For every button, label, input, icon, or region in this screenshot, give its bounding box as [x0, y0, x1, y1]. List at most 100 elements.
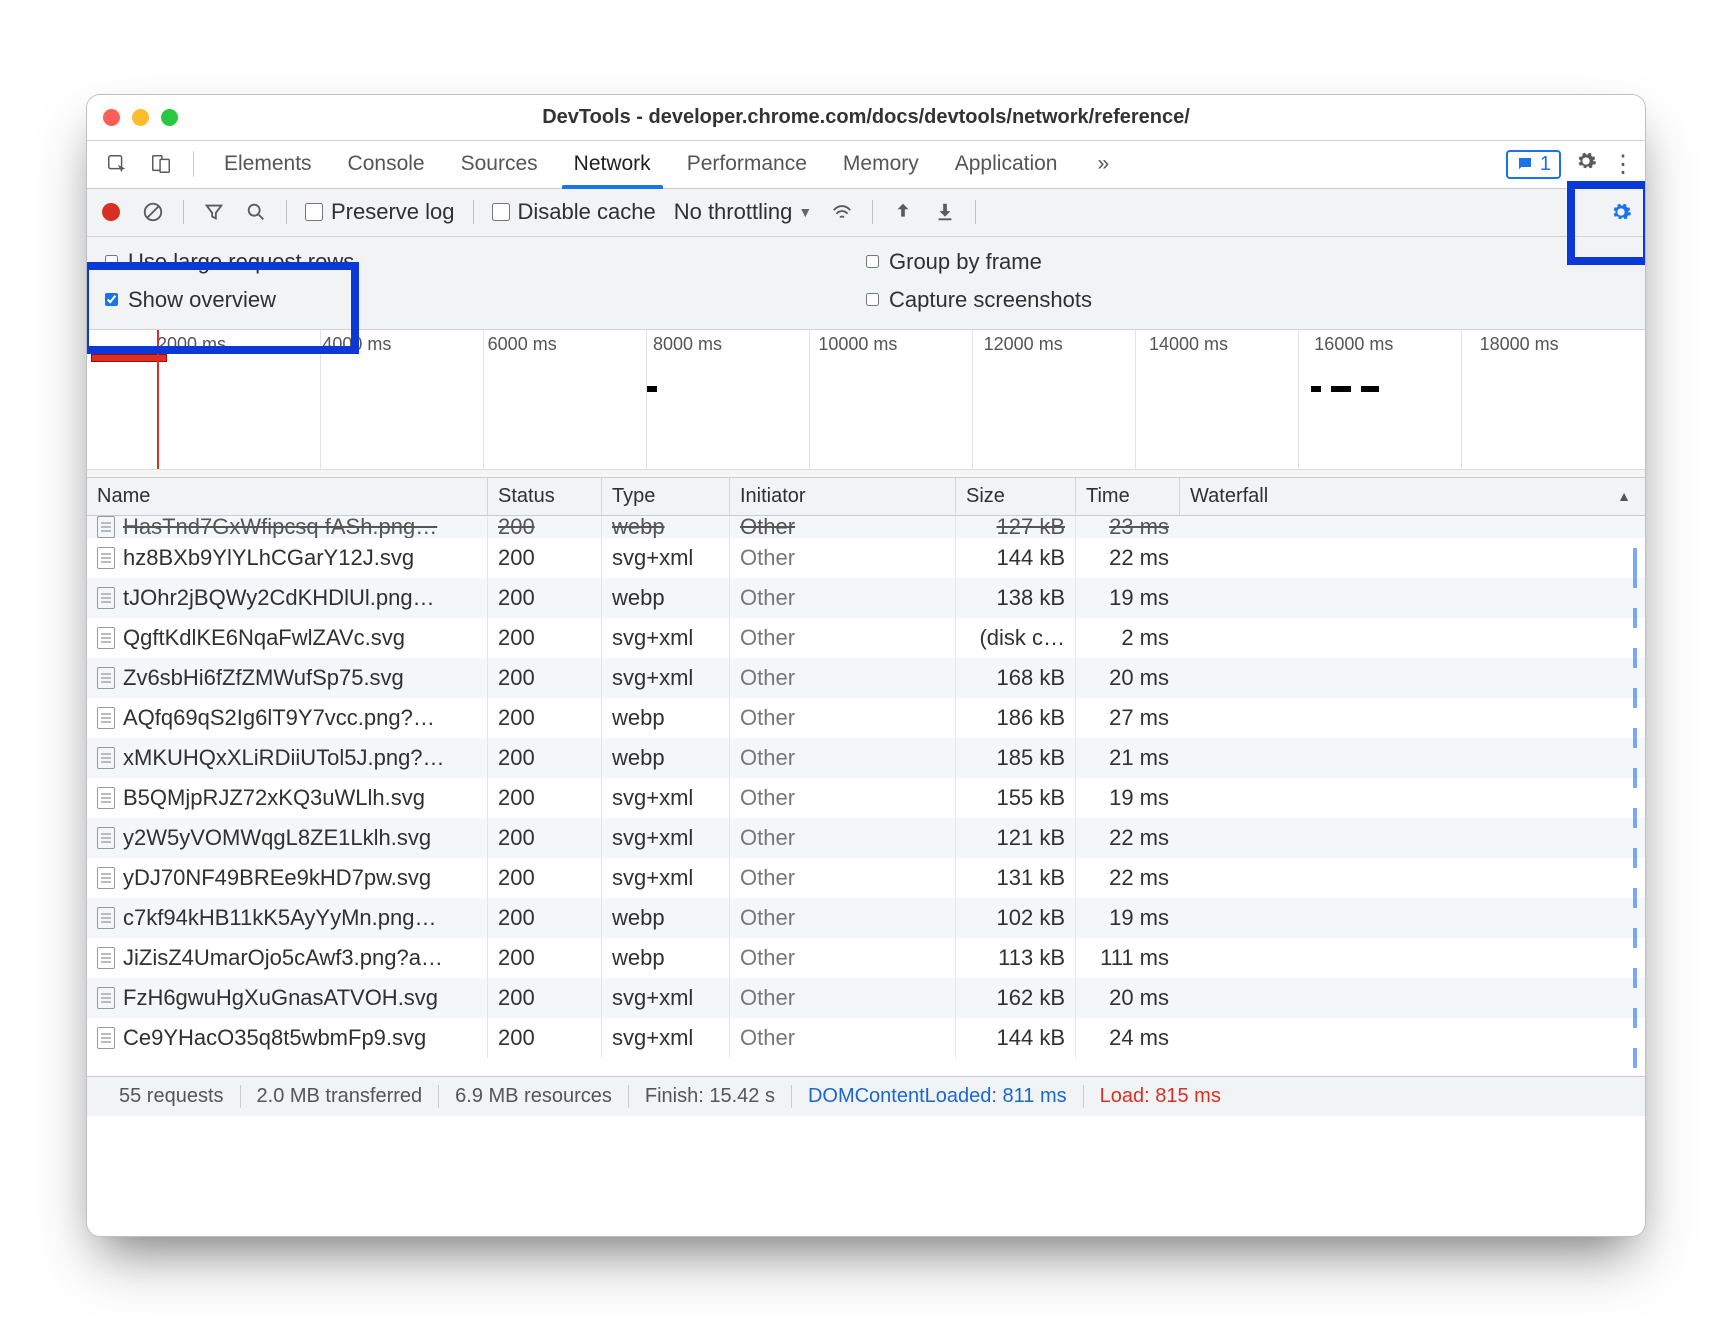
show-overview-checkbox[interactable]: Show overview — [105, 287, 866, 313]
request-name: B5QMjpRJZ72xKQ3uWLlh.svg — [123, 785, 425, 811]
sort-asc-icon: ▲ — [1617, 488, 1631, 504]
request-name: JiZisZ4UmarOjo5cAwf3.png?a… — [123, 945, 443, 971]
table-row[interactable]: JiZisZ4UmarOjo5cAwf3.png?a…200webpOther1… — [87, 938, 1645, 978]
file-icon — [97, 907, 115, 929]
devtools-window: DevTools - developer.chrome.com/docs/dev… — [86, 94, 1646, 1237]
request-size: 144 kB — [955, 538, 1075, 578]
request-type: svg+xml — [601, 618, 729, 658]
file-icon — [97, 947, 115, 969]
table-row[interactable]: y2W5yVOMWqgL8ZE1Lklh.svg200svg+xmlOther1… — [87, 818, 1645, 858]
file-icon — [97, 587, 115, 609]
request-time: 19 ms — [1075, 578, 1179, 618]
tab-elements[interactable]: Elements — [206, 141, 330, 188]
request-initiator: Other — [729, 898, 955, 938]
table-row[interactable]: Zv6sbHi6fZfZMWufSp75.svg200svg+xmlOther1… — [87, 658, 1645, 698]
more-menu-icon[interactable]: ⋮ — [1611, 150, 1635, 179]
col-time[interactable]: Time — [1075, 478, 1179, 515]
request-type: webp — [601, 898, 729, 938]
tab-application[interactable]: Application — [937, 141, 1076, 188]
request-name: Zv6sbHi6fZfZMWufSp75.svg — [123, 665, 404, 691]
request-type: svg+xml — [601, 1018, 729, 1058]
table-row[interactable]: yDJ70NF49BREe9kHD7pw.svg200svg+xmlOther1… — [87, 858, 1645, 898]
table-row[interactable]: c7kf94kHB11kK5AyYyMn.png…200webpOther102… — [87, 898, 1645, 938]
chevron-down-icon: ▼ — [798, 204, 812, 220]
throttling-select[interactable]: No throttling ▼ — [674, 199, 812, 225]
request-name: xMKUHQxXLiRDiiUTol5J.png?… — [123, 745, 445, 771]
table-row[interactable]: QgftKdlKE6NqaFwlZAVc.svg200svg+xmlOther(… — [87, 618, 1645, 658]
request-status: 200 — [487, 1018, 601, 1058]
request-size: 155 kB — [955, 778, 1075, 818]
file-icon — [97, 867, 115, 889]
table-row[interactable]: B5QMjpRJZ72xKQ3uWLlh.svg200svg+xmlOther1… — [87, 778, 1645, 818]
search-icon[interactable] — [244, 200, 268, 224]
large-request-rows-checkbox[interactable]: Use large request rows — [105, 249, 866, 275]
group-by-frame-checkbox[interactable]: Group by frame — [866, 249, 1627, 275]
col-name[interactable]: Name — [87, 478, 487, 515]
table-row[interactable]: FzH6gwuHgXuGnasATVOH.svg200svg+xmlOther1… — [87, 978, 1645, 1018]
tab-memory[interactable]: Memory — [825, 141, 937, 188]
filter-icon[interactable] — [202, 200, 226, 224]
network-toolbar: Preserve log Disable cache No throttling… — [87, 189, 1645, 237]
request-initiator: Other — [729, 858, 955, 898]
request-time: 20 ms — [1075, 978, 1179, 1018]
maximize-icon[interactable] — [161, 109, 178, 126]
request-type: svg+xml — [601, 538, 729, 578]
request-size: 144 kB — [955, 1018, 1075, 1058]
table-row[interactable]: hz8BXb9YlYLhCGarY12J.svg200svg+xmlOther1… — [87, 538, 1645, 578]
request-table[interactable]: HasTnd7GxWfipcsq fASh.png…200webpOther12… — [87, 516, 1645, 1076]
request-time: 19 ms — [1075, 778, 1179, 818]
settings-gear-icon[interactable] — [1575, 150, 1597, 178]
request-type: webp — [601, 578, 729, 618]
request-type: svg+xml — [601, 778, 729, 818]
request-time: 21 ms — [1075, 738, 1179, 778]
tab-performance[interactable]: Performance — [669, 141, 825, 188]
minimize-icon[interactable] — [132, 109, 149, 126]
col-type[interactable]: Type — [601, 478, 729, 515]
network-conditions-icon[interactable] — [830, 200, 854, 224]
request-type: webp — [601, 938, 729, 978]
inspect-icon[interactable] — [97, 153, 137, 175]
window-title: DevTools - developer.chrome.com/docs/dev… — [87, 106, 1645, 129]
table-row[interactable]: tJOhr2jBQWy2CdKHDlUl.png…200webpOther138… — [87, 578, 1645, 618]
col-size[interactable]: Size — [955, 478, 1075, 515]
col-initiator[interactable]: Initiator — [729, 478, 955, 515]
disable-cache-checkbox[interactable]: Disable cache — [492, 199, 656, 225]
tab-console[interactable]: Console — [330, 141, 443, 188]
tab-network[interactable]: Network — [556, 141, 669, 188]
request-initiator: Other — [729, 516, 955, 538]
col-waterfall[interactable]: Waterfall ▲ — [1179, 478, 1645, 515]
issues-chip[interactable]: 1 — [1506, 150, 1561, 179]
request-initiator: Other — [729, 818, 955, 858]
status-finish: Finish: 15.42 s — [628, 1085, 791, 1108]
close-icon[interactable] — [103, 109, 120, 126]
request-time: 111 ms — [1075, 938, 1179, 978]
request-initiator: Other — [729, 938, 955, 978]
tab-sources[interactable]: Sources — [443, 141, 556, 188]
file-icon — [97, 627, 115, 649]
record-button[interactable] — [99, 200, 123, 224]
clear-icon[interactable] — [141, 200, 165, 224]
table-row[interactable]: AQfq69qS2Ig6lT9Y7vcc.png?…200webpOther18… — [87, 698, 1645, 738]
table-row[interactable]: HasTnd7GxWfipcsq fASh.png…200webpOther12… — [87, 516, 1645, 538]
request-time: 20 ms — [1075, 658, 1179, 698]
file-icon — [97, 707, 115, 729]
request-time: 22 ms — [1075, 818, 1179, 858]
preserve-log-checkbox[interactable]: Preserve log — [305, 199, 455, 225]
request-initiator: Other — [729, 978, 955, 1018]
download-har-icon[interactable] — [933, 200, 957, 224]
request-name: yDJ70NF49BREe9kHD7pw.svg — [123, 865, 431, 891]
device-toggle-icon[interactable] — [141, 153, 181, 175]
capture-screenshots-checkbox[interactable]: Capture screenshots — [866, 287, 1627, 313]
overview-timeline[interactable]: 2000 ms4000 ms6000 ms8000 ms10000 ms1200… — [87, 330, 1645, 478]
status-transferred: 2.0 MB transferred — [240, 1085, 439, 1108]
network-settings-gear-icon[interactable] — [1609, 200, 1633, 224]
request-name: hz8BXb9YlYLhCGarY12J.svg — [123, 545, 414, 571]
tabs-overflow[interactable]: » — [1079, 141, 1127, 188]
table-row[interactable]: Ce9YHacO35q8t5wbmFp9.svg200svg+xmlOther1… — [87, 1018, 1645, 1058]
col-status[interactable]: Status — [487, 478, 601, 515]
request-time: 24 ms — [1075, 1018, 1179, 1058]
request-name: QgftKdlKE6NqaFwlZAVc.svg — [123, 625, 405, 651]
table-row[interactable]: xMKUHQxXLiRDiiUTol5J.png?…200webpOther18… — [87, 738, 1645, 778]
table-header: Name Status Type Initiator Size Time Wat… — [87, 478, 1645, 516]
upload-har-icon[interactable] — [891, 200, 915, 224]
